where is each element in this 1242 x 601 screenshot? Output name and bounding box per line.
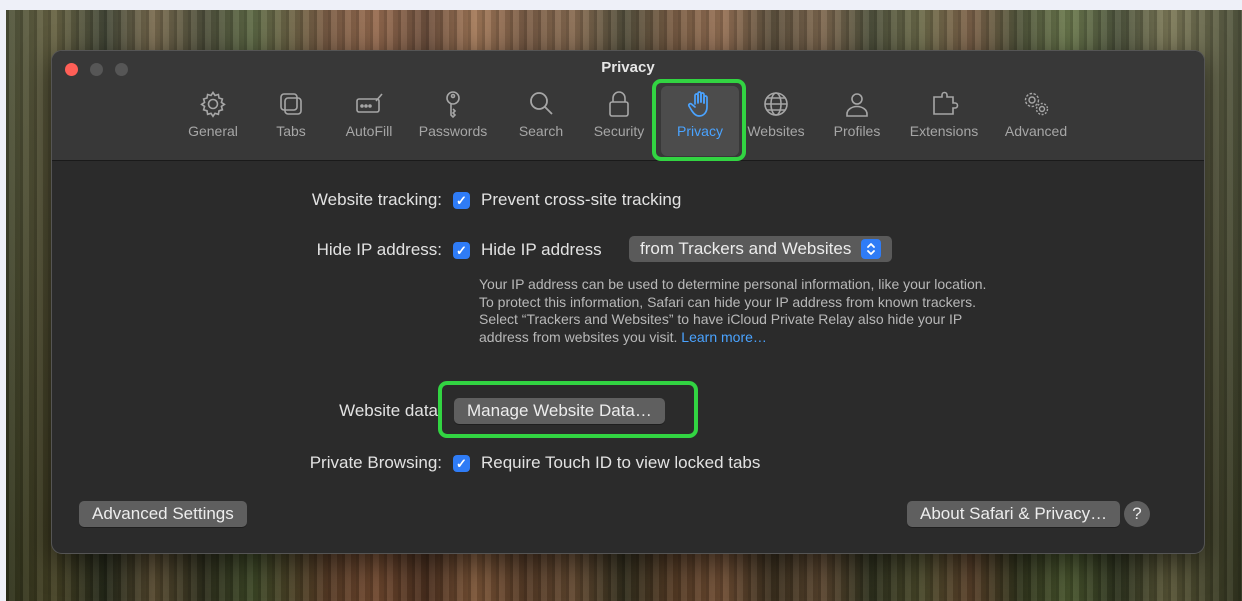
learn-more-link[interactable]: Learn more… [681, 329, 767, 345]
tab-label: Extensions [909, 123, 979, 139]
tab-general[interactable]: General [184, 89, 242, 151]
hide-ip-row-label: Hide IP address: [316, 240, 442, 259]
tab-profiles[interactable]: Profiles [826, 89, 888, 151]
magnifier-icon [530, 92, 553, 115]
popup-value: from Trackers and Websites [640, 239, 852, 258]
person-icon [846, 93, 868, 117]
require-touch-id-label: Require Touch ID to view locked tabs [481, 453, 761, 472]
tab-label: Security [593, 123, 645, 139]
hide-ip-help-text: Your IP address can be used to determine… [479, 276, 999, 346]
key-icon [446, 91, 460, 119]
hide-ip-checkbox[interactable]: ✓ [453, 242, 470, 259]
help-button[interactable]: ? [1124, 501, 1150, 527]
hide-ip-label: Hide IP address [481, 240, 602, 259]
tab-privacy[interactable]: Privacy [668, 89, 732, 151]
website-data-label: Website data [339, 401, 438, 420]
tab-label: AutoFill [345, 123, 393, 139]
about-safari-privacy-button[interactable]: About Safari & Privacy… [907, 501, 1121, 527]
tab-websites[interactable]: Websites [742, 89, 810, 151]
tab-tabs[interactable]: Tabs [271, 89, 311, 151]
hand-icon [688, 91, 708, 117]
prevent-tracking-label: Prevent cross-site tracking [481, 190, 682, 209]
require-touch-id-checkbox[interactable]: ✓ [453, 455, 470, 472]
lock-icon [609, 91, 629, 117]
puzzle-icon [933, 91, 959, 115]
prevent-tracking-checkbox[interactable]: ✓ [453, 192, 470, 209]
tab-label: General [188, 123, 238, 139]
preferences-window: Privacy General Tabs AutoFill Passwords … [51, 50, 1205, 554]
website-tracking-label: Website tracking: [311, 190, 442, 209]
tabs-icon [280, 93, 302, 115]
tab-label: Tabs [276, 123, 306, 139]
private-browsing-label: Private Browsing: [309, 453, 442, 472]
tab-search[interactable]: Search [512, 89, 570, 151]
window-toolbar: Privacy General Tabs AutoFill Passwords … [52, 51, 1204, 161]
tab-label: Passwords [418, 123, 488, 139]
tab-label: Profiles [833, 123, 881, 139]
manage-website-data-button[interactable]: Manage Website Data… [454, 398, 665, 424]
tab-label: Privacy [677, 123, 723, 139]
gears-icon [1024, 92, 1049, 116]
tab-label: Search [518, 123, 564, 139]
gear-icon [200, 91, 226, 118]
window-title: Privacy [601, 59, 655, 76]
tab-label: Advanced [1004, 123, 1068, 139]
globe-icon [764, 92, 788, 116]
autofill-icon [356, 93, 383, 113]
hide-ip-popup[interactable]: from Trackers and Websites [629, 236, 893, 262]
updown-chevron-icon [861, 239, 882, 259]
tab-extensions[interactable]: Extensions [902, 89, 986, 151]
tab-security[interactable]: Security [586, 89, 652, 151]
tab-autofill[interactable]: AutoFill [339, 89, 399, 151]
tab-passwords[interactable]: Passwords [413, 89, 493, 151]
tab-label: Websites [747, 123, 805, 139]
advanced-settings-button[interactable]: Advanced Settings [79, 501, 247, 527]
tab-advanced[interactable]: Advanced [996, 89, 1076, 151]
